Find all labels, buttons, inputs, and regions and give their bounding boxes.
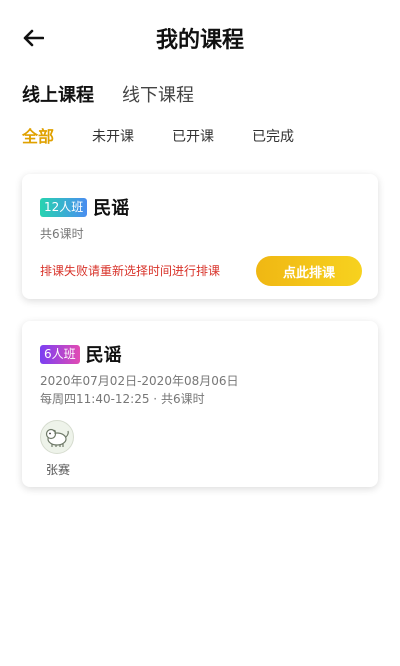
course-name: 民谣 (93, 198, 130, 219)
teacher[interactable]: 张赛 (40, 420, 76, 478)
mode-tabs: 线上课程 线下课程 (22, 78, 222, 110)
header: 我的课程 (0, 0, 400, 76)
filter-tabs: 全部 未开课 已开课 已完成 (22, 127, 332, 147)
course-name: 民谣 (85, 345, 122, 366)
schedule-button[interactable]: 点此排课 (256, 256, 362, 286)
course-date-range: 2020年07月02日-2020年08月06日 (40, 374, 239, 388)
teacher-name: 张赛 (45, 463, 70, 477)
page-title: 我的课程 (155, 28, 244, 53)
tab-offline-courses[interactable]: 线下课程 (122, 84, 194, 108)
course-heading: 6人班 民谣 (40, 341, 122, 367)
lesson-count: 共6课时 (40, 227, 84, 241)
filter-in-progress[interactable]: 已开课 (172, 127, 214, 147)
avatar (40, 420, 74, 454)
dog-icon (45, 428, 69, 447)
class-size-badge: 6人班 (40, 344, 80, 364)
page: 我的课程 线上课程 线下课程 全部 未开课 已开课 已完成 12人班 民谣 共6… (0, 0, 400, 666)
filter-all[interactable]: 全部 (22, 127, 54, 147)
filter-completed[interactable]: 已完成 (252, 127, 294, 147)
filter-not-started[interactable]: 未开课 (92, 127, 134, 147)
tab-online-courses[interactable]: 线上课程 (22, 84, 94, 110)
schedule-failed-warning: 排课失败请重新选择时间进行排课 (40, 264, 221, 278)
tab-label: 线上课程 (22, 85, 94, 106)
tab-label: 线下课程 (122, 85, 194, 106)
course-schedule: 每周四11:40-12:25 · 共6课时 (40, 392, 205, 406)
class-size-badge: 12人班 (40, 197, 88, 217)
course-card[interactable]: 12人班 民谣 共6课时 排课失败请重新选择时间进行排课 点此排课 (22, 174, 378, 299)
course-card[interactable]: 6人班 民谣 2020年07月02日-2020年08月06日 每周四11:40-… (22, 321, 378, 487)
course-heading: 12人班 民谣 (40, 194, 129, 220)
